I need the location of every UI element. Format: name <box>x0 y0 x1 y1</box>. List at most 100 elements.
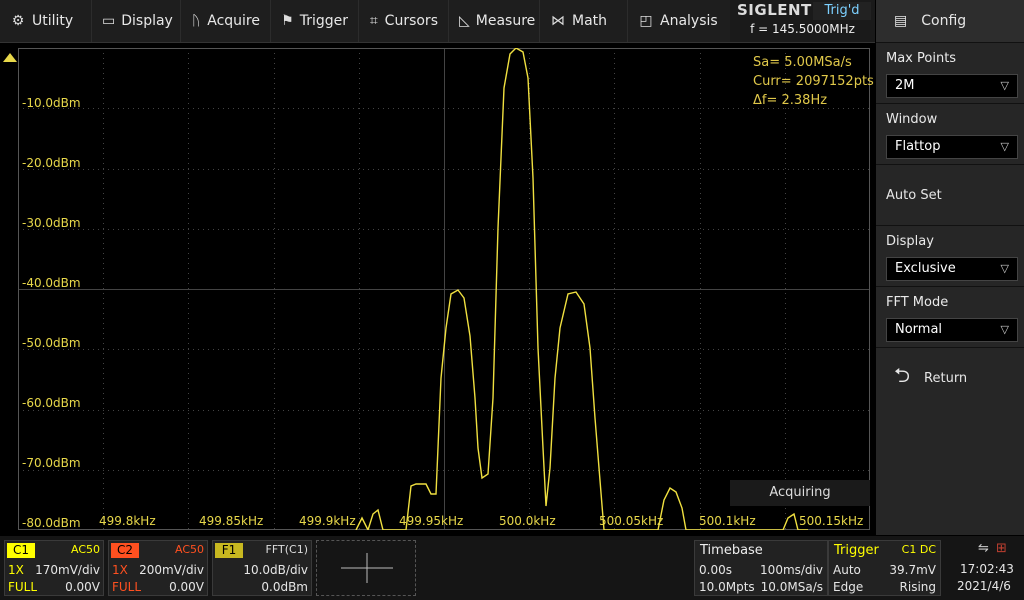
menu-measure[interactable]: ◺ Measure <box>449 0 540 42</box>
menu-math[interactable]: ⋈ Math <box>540 0 628 42</box>
analysis-icon: ◰ <box>639 13 653 29</box>
document-icon: ▤ <box>894 13 908 29</box>
x-tick-label: 499.8kHz <box>99 514 156 528</box>
clock-time: 17:02:43 <box>960 562 1014 576</box>
display-label: Display <box>886 234 934 249</box>
display-select[interactable]: Exclusive ▽ <box>886 257 1018 281</box>
trigger-mode: Auto <box>833 563 861 577</box>
chevron-down-icon: ▽ <box>1000 140 1009 153</box>
gear-icon: ⚙ <box>11 13 25 29</box>
trigger-box[interactable]: Trigger C1 DC Auto 39.7mV Edge Rising <box>828 540 941 596</box>
y-tick-label: -50.0dBm <box>22 336 81 350</box>
menu-utility[interactable]: ⚙ Utility <box>0 0 92 42</box>
menu-label: Cursors <box>384 13 438 29</box>
window-section: Window Flattop ▽ <box>876 104 1024 165</box>
menu-label: Trigger <box>299 13 348 29</box>
brand-area: SIGLENT Trig'd f = 145.5000MHz <box>730 0 875 42</box>
chevron-down-icon: ▽ <box>1000 323 1009 336</box>
math-icon: ⋈ <box>551 13 565 29</box>
max-points-section: Max Points 2M ▽ <box>876 43 1024 104</box>
max-points-value: 2M <box>895 78 915 93</box>
fft-mode-section: FFT Mode Normal ▽ <box>876 287 1024 348</box>
x-tick-label: 500.05kHz <box>599 514 664 528</box>
fft-mode-label: FFT Mode <box>886 295 949 310</box>
menu-label: Display <box>121 13 173 29</box>
channel-c1-box[interactable]: C1 AC50 1X 170mV/div FULL 0.00V <box>4 540 104 596</box>
usb-icon: ⇋ <box>978 541 989 556</box>
menu-acquire[interactable]: ᚢ Acquire <box>181 0 271 42</box>
function-offset: 0.0dBm <box>261 580 308 594</box>
clock-area: ⇋ ⊞ 17:02:43 2021/4/6 <box>944 540 1024 596</box>
acquiring-status: Acquiring <box>730 480 870 506</box>
return-label: Return <box>924 370 968 386</box>
monitor-icon: ▭ <box>102 13 116 29</box>
x-tick-label: 500.0kHz <box>499 514 556 528</box>
function-scale: 10.0dB/div <box>243 563 308 577</box>
menu-trigger[interactable]: ⚑ Trigger <box>271 0 359 42</box>
channel-probe: 1X <box>8 563 24 577</box>
config-header: ▤ Config <box>876 0 1024 43</box>
y-tick-label: -40.0dBm <box>22 276 81 290</box>
menu-display[interactable]: ▭ Display <box>92 0 181 42</box>
config-title: Config <box>921 13 967 29</box>
timebase-points: 10.0Mpts <box>699 580 755 594</box>
channel-bandwidth: FULL <box>112 580 142 594</box>
max-points-select[interactable]: 2M ▽ <box>886 74 1018 98</box>
cursor-icon: ⌗ <box>369 13 378 29</box>
channel-tag: C2 <box>111 543 139 558</box>
display-section: Display Exclusive ▽ <box>876 226 1024 287</box>
max-points-label: Max Points <box>886 51 957 66</box>
return-button[interactable]: ⮌ Return <box>876 348 1024 408</box>
auto-set-label: Auto Set <box>886 187 942 203</box>
y-tick-label: -10.0dBm <box>22 96 81 110</box>
config-panel: ▤ Config Max Points 2M ▽ Window Flattop ▽ … <box>876 0 1024 535</box>
network-icon: ⊞ <box>996 541 1007 556</box>
menu-analysis[interactable]: ◰ Analysis <box>628 0 728 42</box>
flag-icon: ⚑ <box>281 13 294 29</box>
add-channel-slot[interactable] <box>316 540 416 596</box>
waveform-grid[interactable] <box>18 48 870 530</box>
menu-label: Analysis <box>660 13 718 29</box>
trigger-label: Trigger <box>834 543 879 558</box>
y-tick-label: -60.0dBm <box>22 396 81 410</box>
function-f1-box[interactable]: F1 FFT(C1) 10.0dB/div 0.0dBm <box>212 540 312 596</box>
display-value: Exclusive <box>895 261 956 276</box>
channel-bandwidth: FULL <box>8 580 38 594</box>
x-tick-label: 499.85kHz <box>199 514 264 528</box>
timebase-scale: 100ms/div <box>760 563 823 577</box>
resolution-info: Δf= 2.38Hz <box>753 93 828 108</box>
fft-mode-select[interactable]: Normal ▽ <box>886 318 1018 342</box>
window-label: Window <box>886 112 938 127</box>
fft-mode-value: Normal <box>895 322 943 337</box>
channel-c2-box[interactable]: C2 AC50 1X 200mV/div FULL 0.00V <box>108 540 208 596</box>
x-tick-label: 500.1kHz <box>699 514 756 528</box>
trigger-level: 39.7mV <box>889 563 936 577</box>
sample-rate-info: Sa= 5.00MSa/s <box>753 55 852 70</box>
plus-icon <box>341 553 393 583</box>
brand-logo: SIGLENT <box>737 1 812 19</box>
trigger-type: Edge <box>833 580 864 594</box>
x-tick-label: 499.95kHz <box>399 514 464 528</box>
timebase-rate: 10.0MSa/s <box>760 580 823 594</box>
menu-cursors[interactable]: ⌗ Cursors <box>359 0 449 42</box>
menu-label: Math <box>572 13 608 29</box>
x-tick-label: 499.9kHz <box>299 514 356 528</box>
y-tick-label: -20.0dBm <box>22 156 81 170</box>
chevron-down-icon: ▽ <box>1000 79 1009 92</box>
timebase-box[interactable]: Timebase 0.00s 100ms/div 10.0Mpts 10.0MS… <box>694 540 828 596</box>
auto-set-button[interactable]: Auto Set <box>876 165 1024 226</box>
timebase-label: Timebase <box>700 543 763 558</box>
menu-label: Utility <box>32 13 74 29</box>
trigger-slope: Rising <box>899 580 936 594</box>
frequency-readout: f = 145.5000MHz <box>750 22 855 36</box>
current-points-info: Curr= 2097152pts <box>753 74 874 89</box>
trigger-source: C1 DC <box>901 543 936 556</box>
trace-marker-icon[interactable] <box>3 53 17 62</box>
trigger-status: Trig'd <box>813 2 871 20</box>
channel-scale: 170mV/div <box>35 563 100 577</box>
window-select[interactable]: Flattop ▽ <box>886 135 1018 159</box>
menu-label: Measure <box>475 13 536 29</box>
clock-date: 2021/4/6 <box>957 579 1011 593</box>
window-value: Flattop <box>895 139 941 154</box>
acquire-icon: ᚢ <box>191 13 201 29</box>
